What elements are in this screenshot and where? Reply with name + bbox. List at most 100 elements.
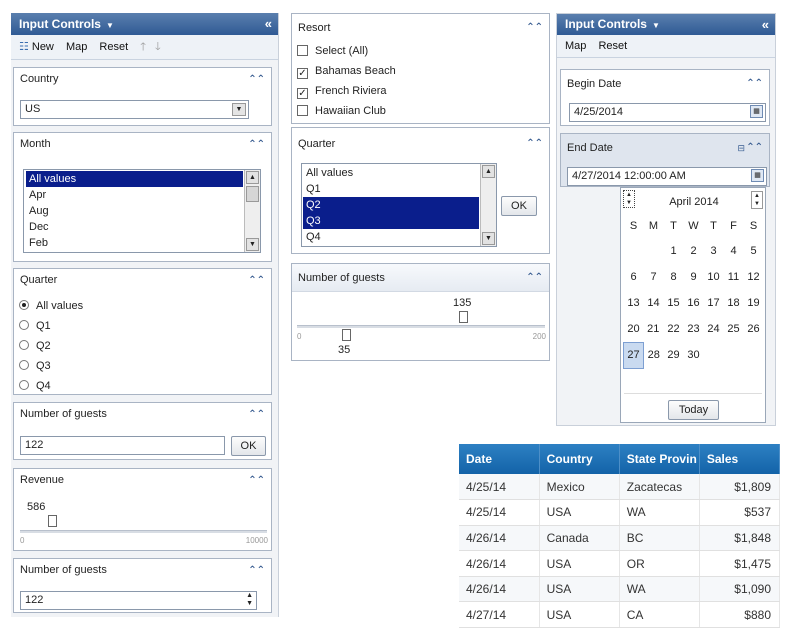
month-listbox[interactable]: All values Apr Aug Dec Feb ▲ ▼ [23, 169, 261, 253]
scroll-up-icon[interactable]: ▲ [246, 171, 259, 184]
reset-button[interactable]: Reset [99, 41, 128, 53]
calendar-day[interactable]: 8 [664, 264, 684, 290]
list-item[interactable]: Feb [26, 235, 243, 251]
minimize-icon[interactable]: ⊟ [737, 134, 745, 162]
calendar-day[interactable]: 9 [684, 264, 704, 290]
guests-input[interactable]: 122 [20, 436, 225, 455]
lower-slider-thumb[interactable] [342, 329, 351, 341]
calendar-icon[interactable]: ▦ [751, 169, 764, 182]
calendar-day[interactable]: 29 [664, 342, 684, 368]
collapse-icon[interactable]: ⌃⌃ [248, 469, 265, 492]
column-header[interactable]: Date [459, 444, 540, 474]
calendar-day[interactable]: 14 [644, 290, 664, 316]
checkbox-icon[interactable]: ✓ [297, 68, 308, 79]
guests-range-track[interactable] [297, 325, 545, 328]
spinner-arrows-icon[interactable]: ▲ ▼ [246, 592, 253, 608]
calendar-day[interactable]: 4 [724, 238, 744, 264]
resort-checkbox-option[interactable]: Select (All) [297, 43, 368, 59]
collapse-icon[interactable]: ⌃⌃ [248, 269, 265, 292]
end-date-input[interactable]: 4/27/2014 12:00:00 AM ▦ [567, 167, 767, 186]
resort-checkbox-option[interactable]: ✓ French Riviera [297, 83, 387, 99]
calendar-day[interactable]: 30 [684, 342, 704, 368]
list-item[interactable]: Q3 [303, 213, 479, 229]
calendar-day[interactable]: 25 [724, 316, 744, 342]
scrollbar[interactable]: ▲ ▼ [244, 170, 260, 252]
today-button[interactable]: Today [668, 400, 719, 420]
scroll-up-icon[interactable]: ▲ [482, 165, 495, 178]
quarter-listbox[interactable]: All values Q1 Q2 Q3 Q4 ▲ ▼ [301, 163, 497, 247]
collapse-icon[interactable]: ⌃⌃ [248, 403, 265, 426]
reset-button[interactable]: Reset [598, 40, 627, 52]
calendar-day[interactable]: 20 [624, 316, 644, 342]
new-button[interactable]: New [32, 41, 54, 53]
radio-icon[interactable] [19, 300, 29, 310]
checkbox-icon[interactable] [297, 105, 308, 116]
list-item[interactable]: Q4 [303, 229, 479, 245]
dropdown-arrow-icon[interactable]: ▼ [652, 21, 660, 30]
calendar-day[interactable]: 11 [724, 264, 744, 290]
calendar-day[interactable]: 23 [684, 316, 704, 342]
map-button[interactable]: Map [66, 41, 87, 53]
map-button[interactable]: Map [565, 40, 586, 52]
collapse-icon[interactable]: ⌃⌃ [248, 559, 265, 582]
quarter-radio-option[interactable]: Q4 [19, 378, 51, 394]
upper-slider-thumb[interactable] [459, 311, 468, 323]
radio-icon[interactable] [19, 360, 29, 370]
resort-checkbox-option[interactable]: Hawaiian Club [297, 103, 386, 119]
calendar-day[interactable]: 18 [724, 290, 744, 316]
quarter-radio-option[interactable]: Q3 [19, 358, 51, 374]
scrollbar[interactable]: ▲ ▼ [480, 164, 496, 246]
guests-ok-button[interactable]: OK [231, 436, 266, 456]
collapse-icon[interactable]: ⌃⌃ [526, 14, 543, 42]
calendar-day[interactable]: 2 [684, 238, 704, 264]
column-header[interactable]: State Provin [619, 444, 700, 474]
guests-spinner[interactable]: 122 ▲ ▼ [20, 591, 257, 610]
radio-icon[interactable] [19, 320, 29, 330]
radio-icon[interactable] [19, 380, 29, 390]
calendar-day[interactable]: 24 [704, 316, 724, 342]
month-spinner-icon[interactable]: ▲ ▼ [751, 191, 763, 209]
collapse-icon[interactable]: ⌃⌃ [746, 70, 763, 98]
revenue-slider-thumb[interactable] [48, 515, 58, 527]
list-item[interactable]: Dec [26, 219, 243, 235]
begin-date-input[interactable]: 4/25/2014 ▦ [569, 103, 766, 122]
calendar-day[interactable]: 1 [664, 238, 684, 264]
calendar-day[interactable]: 12 [744, 264, 764, 290]
resort-checkbox-option[interactable]: ✓ Bahamas Beach [297, 63, 396, 79]
calendar-icon[interactable]: ▦ [750, 105, 763, 118]
move-down-icon[interactable]: 🡓 [155, 41, 161, 53]
calendar-day[interactable]: 7 [644, 264, 664, 290]
calendar-day[interactable]: 5 [744, 238, 764, 264]
scroll-down-icon[interactable]: ▼ [246, 238, 259, 251]
new-control-icon[interactable]: ☷ [19, 41, 29, 53]
collapse-icon[interactable]: ⌃⌃ [248, 68, 265, 91]
quarter-radio-option[interactable]: Q2 [19, 338, 51, 354]
list-item[interactable]: Apr [26, 187, 243, 203]
collapse-panel-icon[interactable]: « [762, 14, 769, 35]
dropdown-arrow-icon[interactable]: ▼ [106, 21, 114, 30]
calendar-day[interactable]: 22 [664, 316, 684, 342]
calendar-day[interactable]: 27 [623, 341, 644, 369]
radio-icon[interactable] [19, 340, 29, 350]
list-item[interactable]: Q1 [303, 181, 479, 197]
calendar-day[interactable]: 6 [624, 264, 644, 290]
collapse-icon[interactable]: ⌃⌃ [526, 264, 543, 292]
list-item[interactable]: Q2 [303, 197, 479, 213]
quarter-radio-option[interactable]: All values [19, 298, 83, 314]
move-up-icon[interactable]: 🡑 [140, 41, 146, 53]
calendar-day[interactable]: 21 [644, 316, 664, 342]
calendar-day[interactable]: 28 [644, 342, 664, 368]
calendar-day[interactable]: 13 [624, 290, 644, 316]
column-header[interactable]: Country [539, 444, 620, 474]
checkbox-icon[interactable]: ✓ [297, 88, 308, 99]
collapse-icon[interactable]: ⌃⌃ [526, 128, 543, 160]
calendar-day[interactable]: 10 [704, 264, 724, 290]
calendar-day[interactable]: 16 [684, 290, 704, 316]
calendar-day[interactable]: 15 [664, 290, 684, 316]
right-panel-title[interactable]: Input Controls ▼ « [557, 14, 775, 35]
collapse-icon[interactable]: ⌃⌃ [248, 133, 265, 156]
collapse-icon[interactable]: ⌃⌃ [746, 134, 763, 162]
calendar-day[interactable]: 19 [744, 290, 764, 316]
calendar-day[interactable]: 17 [704, 290, 724, 316]
quarter-ok-button[interactable]: OK [501, 196, 537, 216]
